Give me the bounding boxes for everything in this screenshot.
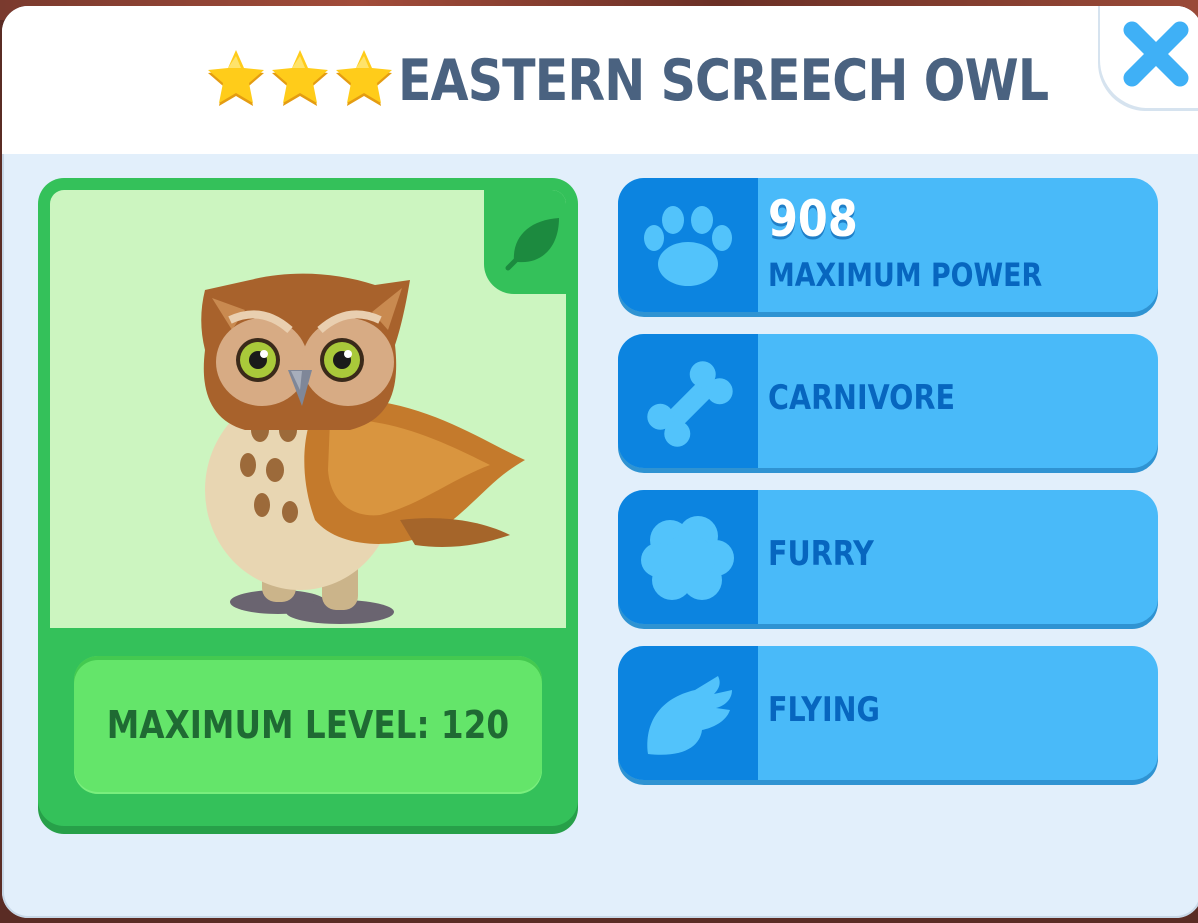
close-icon [1123, 21, 1189, 87]
stat-icon-cell [618, 490, 758, 624]
stat-movement: FLYING [618, 646, 1158, 780]
stat-label: FLYING [768, 690, 880, 730]
star-icon [272, 50, 328, 106]
owl-portrait [201, 273, 525, 624]
stat-coat: FURRY [618, 490, 1158, 624]
animal-name-title: EASTERN SCREECH OWL [398, 48, 1049, 114]
bone-icon [647, 361, 733, 447]
max-level-box: MAXIMUM LEVEL: 120 [74, 656, 542, 794]
habitat-badge [484, 190, 566, 294]
stat-icon-cell [618, 646, 758, 780]
stat-label: CARNIVORE [768, 378, 955, 418]
wing-icon [647, 676, 732, 755]
rarity-stars [205, 46, 395, 116]
modal-header: EASTERN SCREECH OWL [2, 6, 1198, 154]
stat-diet: CARNIVORE [618, 334, 1158, 468]
stat-label: FURRY [768, 534, 874, 574]
stat-label: MAXIMUM POWER [768, 256, 1043, 294]
star-icon [336, 50, 392, 106]
stat-icon-cell [618, 178, 758, 312]
animal-portrait [50, 190, 566, 628]
power-value: 908 [768, 190, 858, 248]
animal-card: MAXIMUM LEVEL: 120 [38, 178, 578, 826]
fur-icon [641, 516, 734, 600]
star-icon [208, 50, 264, 106]
animal-info-modal: EASTERN SCREECH OWL MAXIMUM LEVEL: 120 9… [2, 6, 1198, 918]
leaf-icon [505, 218, 559, 271]
stat-maximum-power: 908 MAXIMUM POWER [618, 178, 1158, 312]
max-level-label: MAXIMUM LEVEL: 120 [106, 703, 510, 747]
stat-icon-cell [618, 334, 758, 468]
paw-icon [644, 206, 732, 286]
close-button[interactable] [1100, 6, 1198, 108]
